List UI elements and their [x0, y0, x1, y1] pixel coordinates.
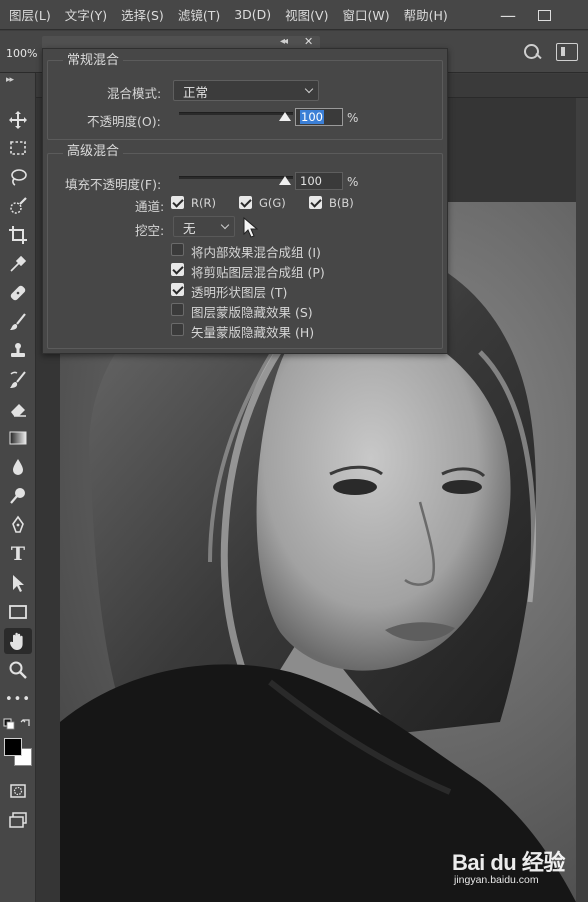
menu-filter[interactable]: 滤镜(T): [178, 5, 220, 24]
default-colors-icon[interactable]: [1, 716, 35, 732]
blend-mode-select[interactable]: 正常: [173, 80, 319, 101]
more-tools-icon[interactable]: •••: [4, 686, 32, 712]
marquee-tool-icon[interactable]: [4, 135, 32, 161]
blend-mode-value: 正常: [183, 85, 209, 100]
vertical-scrollbar[interactable]: [576, 98, 588, 902]
move-tool-icon[interactable]: [4, 107, 32, 133]
search-icon[interactable]: [522, 43, 542, 63]
screen-mode-icon[interactable]: [4, 807, 32, 833]
fill-opacity-value: 100: [300, 174, 322, 188]
chevron-down-icon: [220, 220, 230, 230]
mouse-cursor-icon: [243, 217, 259, 238]
advanced-blending-title: 高级混合: [63, 145, 124, 159]
foreground-color-swatch[interactable]: [4, 738, 22, 756]
menu-type[interactable]: 文字(Y): [65, 5, 107, 24]
tools-panel: ▸▸ T •••: [0, 73, 36, 902]
menu-3d[interactable]: 3D(D): [234, 7, 271, 22]
watermark-logo: Bai du 经验: [452, 850, 565, 875]
knockout-value: 无: [183, 221, 196, 236]
eyedropper-tool-icon[interactable]: [4, 251, 32, 277]
gradient-tool-icon[interactable]: [4, 425, 32, 451]
opacity-input[interactable]: 100: [295, 108, 343, 126]
minimize-button[interactable]: —: [492, 0, 524, 30]
opacity-slider-thumb[interactable]: [279, 112, 291, 121]
workspace-icon[interactable]: [556, 43, 578, 61]
opacity-slider-track[interactable]: [179, 112, 293, 115]
dodge-tool-icon[interactable]: [4, 483, 32, 509]
channel-b-label: B(B): [329, 196, 354, 210]
chevron-down-icon: [304, 84, 314, 94]
option-checkbox-vector-mask-hides[interactable]: [171, 323, 184, 336]
baidu-watermark: Bai du 经验 jingyan.baidu.com: [452, 845, 582, 890]
healing-brush-tool-icon[interactable]: [4, 280, 32, 306]
watermark-url: jingyan.baidu.com: [454, 874, 539, 886]
menu-bar: 图层(L) 文字(Y) 选择(S) 滤镜(T) 3D(D) 视图(V) 窗口(W…: [0, 0, 588, 30]
collapse-panel-icon[interactable]: ◂◂: [280, 36, 288, 47]
opacity-label: 不透明度(O):: [87, 114, 161, 129]
maximize-button[interactable]: [528, 0, 560, 30]
lasso-tool-icon[interactable]: [4, 164, 32, 190]
knockout-select[interactable]: 无: [173, 216, 235, 237]
channels-label: 通道:: [135, 199, 165, 214]
brush-tool-icon[interactable]: [4, 309, 32, 335]
rectangle-tool-icon[interactable]: [4, 599, 32, 625]
toolbar-collapse-icon[interactable]: ▸▸: [6, 75, 14, 85]
quick-mask-icon[interactable]: [4, 778, 32, 804]
hand-tool-icon[interactable]: [4, 628, 32, 654]
option-checkbox-transparency-shapes[interactable]: [171, 283, 184, 296]
option-label-transparency-shapes: 透明形状图层 (T): [191, 285, 288, 300]
menu-select[interactable]: 选择(S): [121, 5, 164, 24]
zoom-tool-icon[interactable]: [4, 657, 32, 683]
menu-view[interactable]: 视图(V): [285, 5, 328, 24]
blend-mode-label: 混合模式:: [107, 86, 162, 101]
close-panel-icon[interactable]: ✕: [304, 35, 313, 48]
option-checkbox-layer-mask-hides[interactable]: [171, 303, 184, 316]
blending-options-panel: 常规混合 混合模式: 正常 不透明度(O): 100 % 高级混合 填充不透明度…: [42, 48, 448, 354]
option-label-vector-mask-hides: 矢量蒙版隐藏效果 (H): [191, 325, 315, 340]
eraser-tool-icon[interactable]: [4, 396, 32, 422]
color-swatches[interactable]: [2, 735, 36, 769]
opacity-unit: %: [347, 111, 359, 125]
option-label-blend-interior: 将内部效果混合成组 (I): [191, 245, 321, 260]
blur-tool-icon[interactable]: [4, 454, 32, 480]
channel-g-checkbox[interactable]: [239, 196, 252, 209]
option-label-blend-clipped: 将剪贴图层混合成组 (P): [191, 265, 325, 280]
fill-opacity-unit: %: [347, 175, 359, 189]
fill-opacity-slider-thumb[interactable]: [279, 176, 291, 185]
menu-window[interactable]: 窗口(W): [342, 5, 389, 24]
zoom-level[interactable]: 100%: [6, 47, 37, 60]
maximize-icon: [537, 9, 551, 21]
option-checkbox-blend-clipped[interactable]: [171, 263, 184, 276]
channel-r-checkbox[interactable]: [171, 196, 184, 209]
channel-g-label: G(G): [259, 196, 286, 210]
crop-tool-icon[interactable]: [4, 222, 32, 248]
menu-layer[interactable]: 图层(L): [9, 5, 51, 24]
channel-r-label: R(R): [191, 196, 216, 210]
pen-tool-icon[interactable]: [4, 512, 32, 538]
option-label-layer-mask-hides: 图层蒙版隐藏效果 (S): [191, 305, 313, 320]
fill-opacity-label: 填充不透明度(F):: [65, 177, 162, 192]
clone-stamp-tool-icon[interactable]: [4, 338, 32, 364]
quick-selection-tool-icon[interactable]: [4, 193, 32, 219]
channel-b-checkbox[interactable]: [309, 196, 322, 209]
type-tool-icon[interactable]: T: [4, 541, 32, 567]
general-blending-title: 常规混合: [63, 54, 124, 68]
fill-opacity-input[interactable]: 100: [295, 172, 343, 190]
history-brush-tool-icon[interactable]: [4, 367, 32, 393]
knockout-label: 挖空:: [135, 223, 165, 238]
fill-opacity-slider-track[interactable]: [179, 176, 293, 179]
path-selection-tool-icon[interactable]: [4, 570, 32, 596]
option-checkbox-blend-interior[interactable]: [171, 243, 184, 256]
opacity-value: 100: [300, 110, 324, 124]
menu-help[interactable]: 帮助(H): [404, 5, 448, 24]
